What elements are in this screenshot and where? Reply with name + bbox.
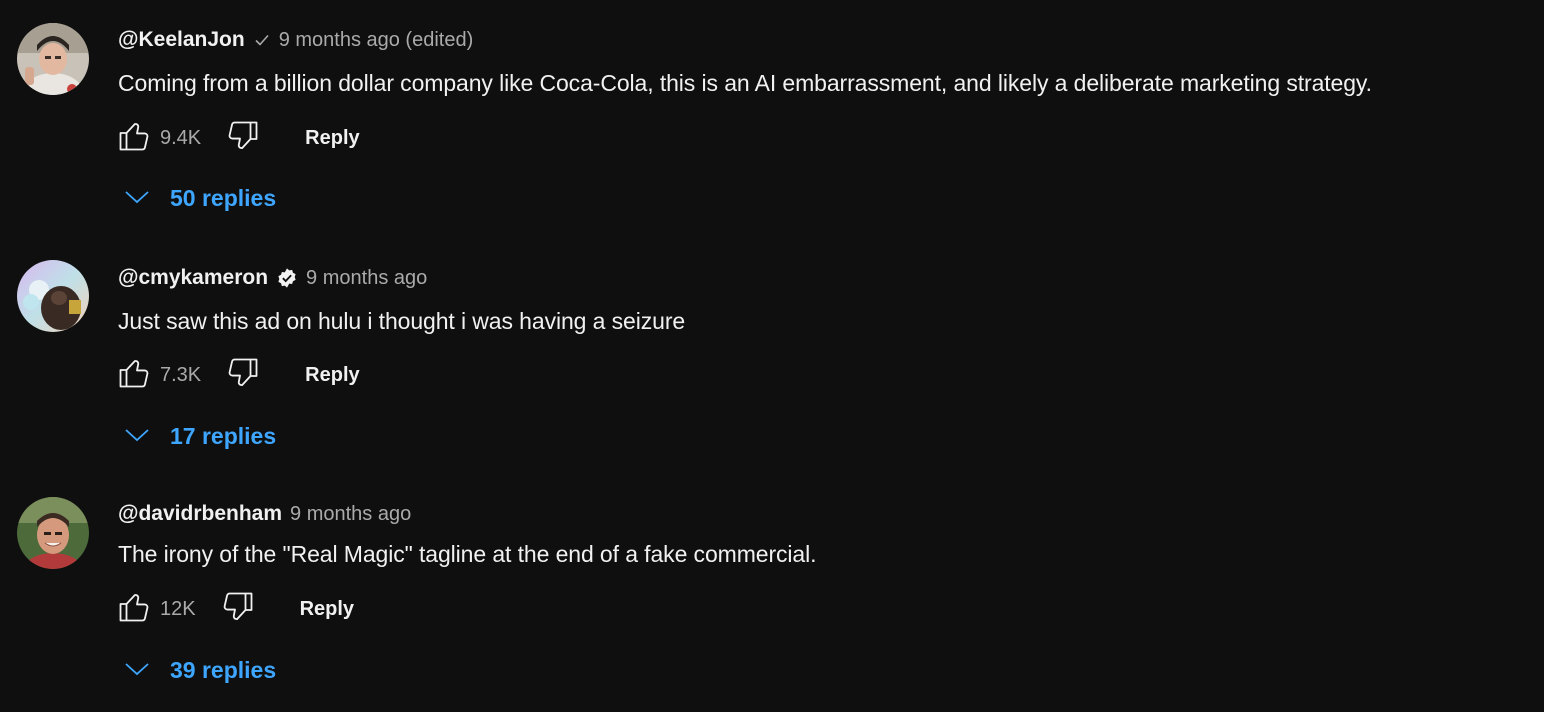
comment-author[interactable]: @cmykameron (118, 266, 268, 290)
dislike-button[interactable] (223, 355, 263, 395)
comment-text: Coming from a billion dollar company lik… (118, 70, 1372, 96)
thumbs-up-icon (116, 355, 152, 396)
reply-button[interactable]: Reply (305, 127, 359, 150)
comment-timestamp[interactable]: 9 months ago (290, 503, 411, 526)
thumbs-down-icon (225, 118, 261, 159)
dislike-button[interactable] (218, 589, 258, 629)
comment-actions: 9.4K Reply (114, 118, 360, 158)
thumbs-up-icon (116, 118, 152, 159)
thumbs-down-icon (225, 355, 261, 396)
comment-timestamp[interactable]: 9 months ago (306, 267, 427, 290)
chevron-down-icon (122, 658, 152, 683)
like-count: 12K (160, 597, 196, 620)
view-replies-button[interactable]: 50 replies (122, 178, 276, 218)
checkmark-icon (253, 31, 271, 49)
comment-author[interactable]: @davidrbenham (118, 502, 282, 526)
view-replies-button[interactable]: 17 replies (122, 416, 276, 456)
replies-count: 50 replies (170, 184, 277, 211)
replies-count: 17 replies (170, 422, 277, 449)
chevron-down-icon (122, 186, 152, 211)
thumbs-up-icon (116, 589, 152, 630)
view-replies-button[interactable]: 39 replies (122, 650, 276, 690)
dislike-button[interactable] (223, 118, 263, 158)
like-button[interactable] (114, 589, 154, 629)
replies-count: 39 replies (170, 656, 277, 683)
reply-button[interactable]: Reply (305, 364, 359, 387)
like-count: 9.4K (160, 126, 202, 149)
reply-button[interactable]: Reply (300, 598, 354, 621)
comment-actions: 7.3K Reply (114, 355, 360, 395)
avatar[interactable] (17, 497, 89, 569)
verified-icon (276, 267, 298, 289)
comment-author[interactable]: @KeelanJon (118, 28, 245, 52)
comment-text: The irony of the "Real Magic" tagline at… (118, 541, 817, 567)
thumbs-down-icon (220, 589, 256, 630)
comment-text: Just saw this ad on hulu i thought i was… (118, 308, 686, 334)
like-button[interactable] (114, 355, 154, 395)
avatar[interactable] (17, 260, 89, 332)
like-count: 7.3K (160, 363, 202, 386)
like-button[interactable] (114, 118, 154, 158)
avatar[interactable] (17, 23, 89, 95)
chevron-down-icon (122, 424, 152, 449)
comment-timestamp[interactable]: 9 months ago (edited) (279, 29, 474, 52)
comment-actions: 12K Reply (114, 589, 354, 629)
